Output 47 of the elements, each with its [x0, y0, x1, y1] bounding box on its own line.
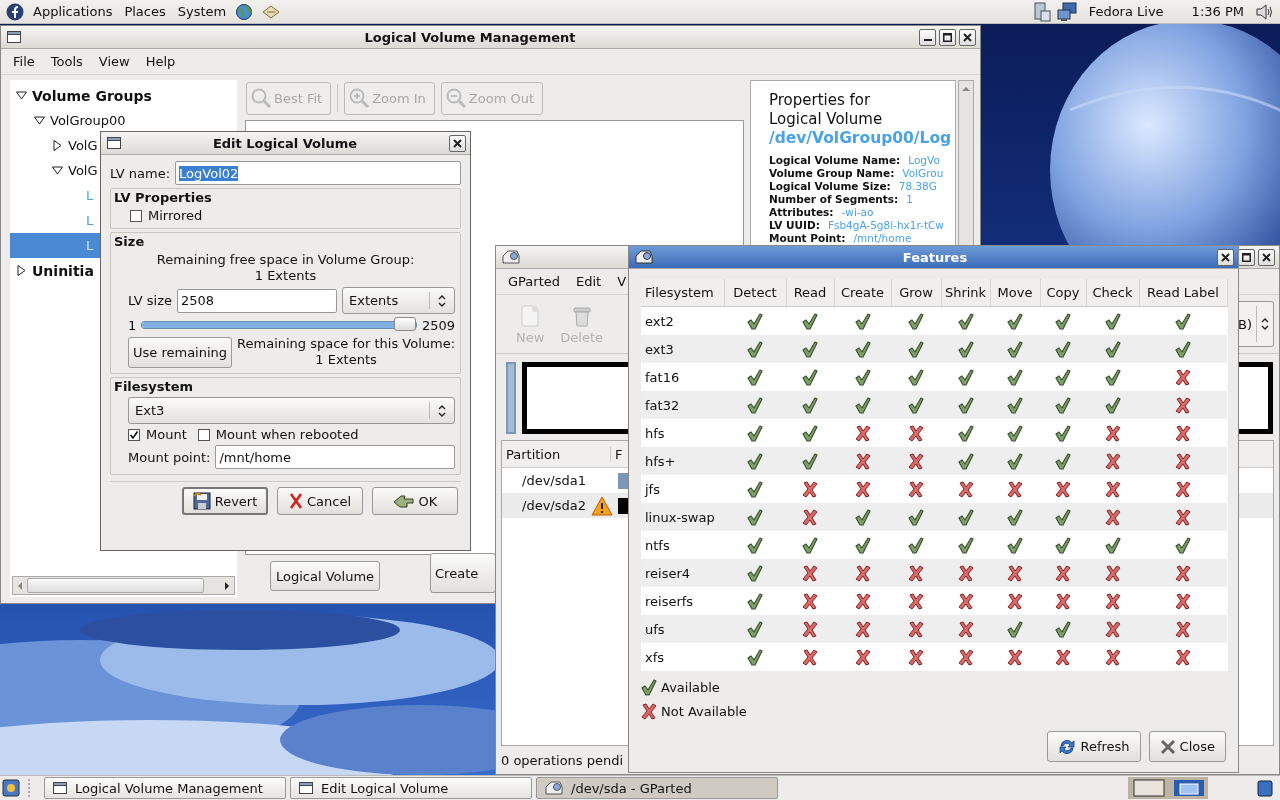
properties-heading: Properties for Logical Volume — [769, 91, 884, 129]
property-label: Volume Group Name: — [769, 167, 895, 180]
filesystem-name: linux-swap — [641, 503, 724, 531]
filesystem-name: ntfs — [641, 531, 724, 559]
property-label: Mount Point: — [769, 232, 846, 245]
filesystem-name: ext2 — [641, 306, 724, 335]
filesystem-name: fat32 — [641, 391, 724, 419]
legend-label: Not Available — [661, 704, 747, 719]
filesystem-name: ufs — [641, 615, 724, 643]
slider-max: 2509 — [421, 317, 455, 333]
legend-label: Available — [661, 680, 720, 695]
property-value: 78.38G — [898, 180, 937, 193]
filesystem-name: reiser4 — [641, 559, 724, 587]
filesystem-name: xfs — [641, 643, 724, 671]
volume-path: /dev/VolGroup00/Log — [769, 129, 953, 147]
filesystem-name: jfs — [641, 475, 724, 503]
field-label: Mount point: — [128, 449, 211, 465]
dialog-title: Edit Logical Volume — [211, 135, 359, 151]
property-label: LV UUID: — [769, 219, 820, 232]
slider-min: 1 — [128, 317, 137, 333]
property-value: /mnt/home — [853, 232, 912, 245]
section-heading: Filesystem — [114, 379, 195, 394]
partition-name: /dev/sda2 — [522, 498, 587, 513]
property-value: -wi-ao — [841, 206, 874, 219]
status-text: 0 operations pendi — [501, 752, 624, 768]
filesystem-name: ext3 — [641, 335, 724, 363]
window-title: Logical Volume Management — [363, 29, 577, 45]
property-label: Number of Segments: — [769, 193, 899, 206]
property-label: Attributes: — [769, 206, 834, 219]
field-label: LV size — [128, 293, 173, 308]
property-value: LogVo — [908, 154, 940, 167]
filesystem-name: hfs — [641, 419, 724, 447]
dialog-title: Features — [901, 249, 969, 265]
filesystem-name: reiserfs — [641, 587, 724, 615]
filesystem-name: fat16 — [641, 363, 724, 391]
info-text: Remaining free space in Volume Group: 1 Extents — [155, 252, 416, 284]
property-value: Fsb4gA-5g8i-hx1r-tCw — [827, 219, 944, 232]
filesystem-name: hfs+ — [641, 447, 724, 475]
info-text: Remaining space for this Volume: 1 Extents — [237, 336, 456, 368]
property-value: 1 — [906, 193, 913, 206]
property-value: VolGrou — [902, 167, 944, 180]
property-label: Logical Volume Size: — [769, 180, 891, 193]
field-label: LV name: — [110, 165, 171, 181]
partition-name: /dev/sda1 — [522, 473, 587, 488]
section-heading: Size — [114, 234, 146, 249]
property-label: Logical Volume Name: — [769, 154, 901, 167]
section-heading: LV Properties — [114, 190, 213, 205]
